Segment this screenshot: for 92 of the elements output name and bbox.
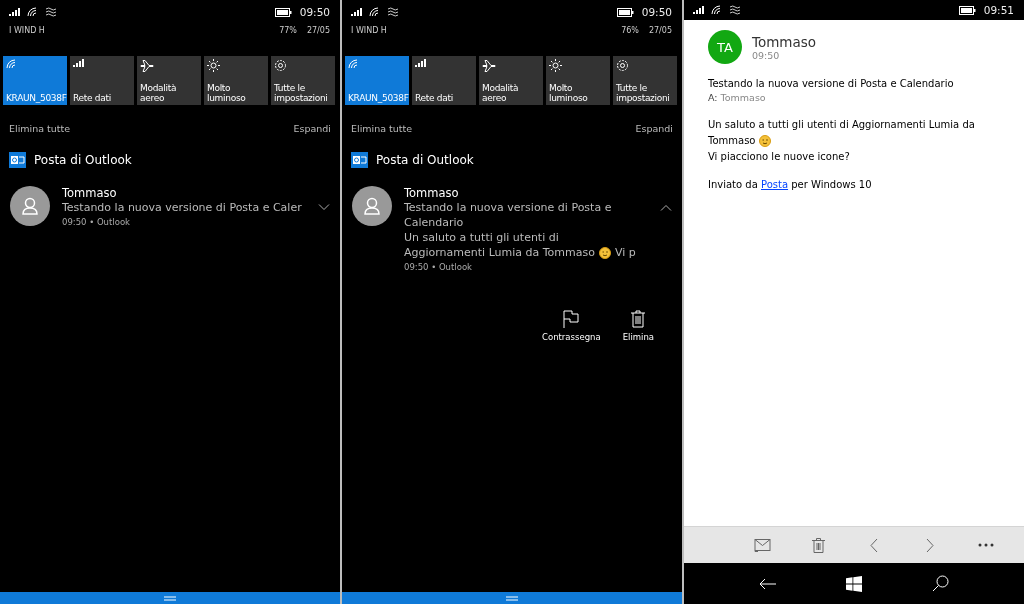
- mail-time: 09:50: [752, 49, 781, 61]
- action-label[interactable]: Elimina: [622, 332, 654, 342]
- recipient-label: A:: [708, 92, 718, 103]
- notification-text: Aggiornamenti Lumia da Tommaso: [404, 245, 595, 260]
- waves-icon: [387, 7, 399, 17]
- winking-face-icon: [599, 246, 611, 259]
- wifi-icon: [711, 5, 722, 15]
- clear-all-link[interactable]: Elimina tutte: [351, 123, 413, 134]
- battery-icon: [958, 5, 976, 15]
- chevron-left-icon: [870, 537, 878, 553]
- sender-name: Tommaso: [752, 33, 817, 50]
- carrier-name: I WIND H: [351, 26, 387, 35]
- search-icon: [931, 575, 949, 592]
- battery-percent: 76%: [621, 26, 639, 35]
- wifi-icon: [348, 59, 359, 69]
- notification-meta: 09:50 • Outlook: [404, 262, 473, 272]
- notification-text: Un saluto a tutti gli utenti di: [404, 230, 559, 245]
- quick-action-tile[interactable]: Rete dati: [70, 56, 134, 105]
- waves-icon: [729, 5, 741, 15]
- trash-icon: [811, 537, 825, 553]
- mail-subject: Testando la nuova versione di Posta e Calendario: [708, 78, 955, 89]
- battery-icon: [616, 7, 634, 17]
- chevron-right-icon: [926, 537, 934, 553]
- quick-action-tile[interactable]: Modalità aereo: [479, 56, 543, 105]
- settings-icon: [616, 59, 629, 72]
- sender-name: Tommaso: [404, 186, 460, 200]
- carrier-name: I WIND H: [9, 26, 45, 35]
- notification-text: Testando la nuova versione di Posta e Caler: [62, 200, 302, 215]
- wifi-icon: [369, 7, 380, 17]
- person-icon: [364, 197, 380, 215]
- sun-icon: [207, 59, 220, 72]
- quick-action-tile[interactable]: Molto luminoso: [546, 56, 610, 105]
- signal-icon: [415, 59, 426, 67]
- notification-text: Calendario: [404, 215, 464, 230]
- quick-action-tile[interactable]: Tutte le impostazioni: [613, 56, 677, 105]
- grip-icon: [506, 595, 518, 601]
- person-icon: [22, 197, 38, 215]
- signal-icon: [351, 8, 362, 16]
- trash-icon: [630, 310, 647, 328]
- clock-time: 09:50: [641, 6, 672, 18]
- outlook-logo-icon: [9, 152, 26, 168]
- handle-bar[interactable]: [0, 592, 340, 604]
- recipient-name: Tommaso: [720, 92, 766, 103]
- expand-link[interactable]: Espandi: [635, 123, 673, 134]
- signal-icon: [693, 6, 704, 14]
- signal-icon: [9, 8, 20, 16]
- signal-icon: [73, 59, 84, 67]
- mail-body-text: Vi piacciono le nuove icone?: [708, 150, 851, 164]
- quick-action-tile[interactable]: KRAUN_5038F: [3, 56, 67, 105]
- mail-body-text: Un saluto a tutti gli utenti di Aggiornamenti Lumia da: [708, 118, 975, 132]
- sender-name: Tommaso: [62, 186, 118, 200]
- handle-bar[interactable]: [342, 592, 682, 604]
- grip-icon: [164, 595, 176, 601]
- mail-signature: Inviato da Posta per Windows 10: [708, 179, 873, 190]
- date-text: 27/05: [306, 26, 330, 35]
- settings-icon: [274, 59, 287, 72]
- battery-icon: [274, 7, 292, 17]
- more-icon: [978, 543, 994, 547]
- posta-link[interactable]: Posta: [761, 179, 789, 190]
- quick-action-tile[interactable]: Modalità aereo: [137, 56, 201, 105]
- notification-meta: 09:50 • Outlook: [62, 217, 131, 227]
- clock-time: 09:50: [299, 6, 330, 18]
- quick-action-tile[interactable]: Tutte le impostazioni: [271, 56, 335, 105]
- winking-face-icon: [759, 135, 772, 147]
- clock-time: 09:51: [983, 4, 1014, 16]
- back-arrow-icon: [759, 577, 777, 590]
- quick-action-tile[interactable]: Rete dati: [412, 56, 476, 105]
- app-name: Posta di Outlook: [34, 153, 132, 167]
- action-label[interactable]: Contrassegna: [542, 332, 601, 342]
- date-text: 27/05: [648, 26, 672, 35]
- wifi-icon: [27, 7, 38, 17]
- clear-all-link[interactable]: Elimina tutte: [9, 123, 71, 134]
- waves-icon: [45, 7, 57, 17]
- windows-logo-icon: [846, 575, 862, 592]
- initials-avatar: TA: [708, 30, 742, 64]
- mail-body-text: Tommaso: [708, 134, 756, 148]
- outlook-logo-icon: [351, 152, 368, 168]
- quick-action-tile[interactable]: Molto luminoso: [204, 56, 268, 105]
- sun-icon: [549, 59, 562, 72]
- battery-percent: 77%: [279, 26, 297, 35]
- airplane-icon: [140, 59, 154, 72]
- quick-action-tile[interactable]: KRAUN_5038F: [345, 56, 409, 105]
- expand-link[interactable]: Espandi: [293, 123, 331, 134]
- notification-text: Vi p: [615, 245, 636, 260]
- chevron-down-icon[interactable]: [318, 204, 330, 211]
- app-name: Posta di Outlook: [376, 153, 474, 167]
- airplane-icon: [482, 59, 496, 72]
- notification-text: Testando la nuova versione di Posta e: [404, 200, 612, 215]
- chevron-up-icon[interactable]: [660, 204, 672, 211]
- flag-icon: [563, 310, 580, 328]
- wifi-icon: [6, 59, 17, 69]
- mail-icon: [753, 538, 771, 552]
